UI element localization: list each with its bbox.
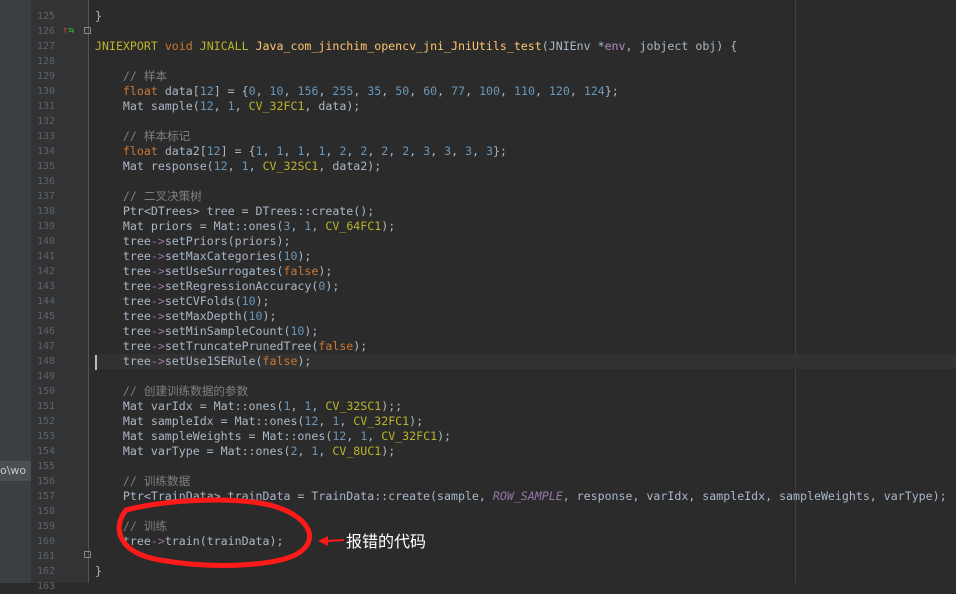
error-annotation-overlay [116,497,345,568]
annotation-label: 报错的代码 [346,532,427,551]
annotation-arrow-head [318,536,328,546]
annotation-circle [116,497,313,568]
annotation-arrow-line [325,539,345,542]
